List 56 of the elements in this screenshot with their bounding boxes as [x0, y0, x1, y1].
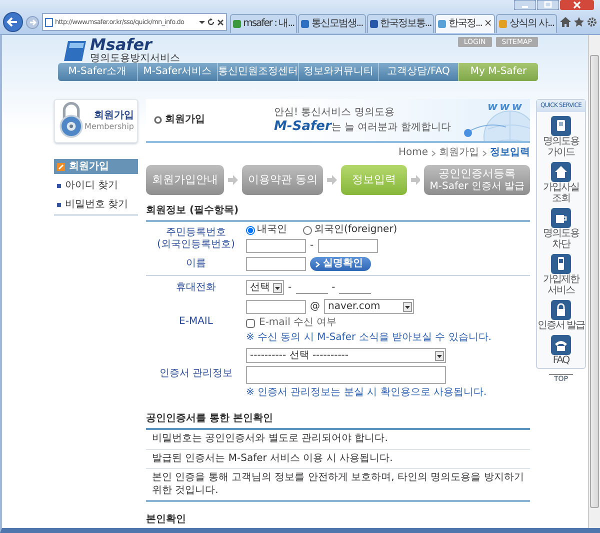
separator-text: -: [332, 282, 336, 294]
quick-link[interactable]: 명의도용 가이드: [537, 136, 585, 158]
banner-text: 안심! 통신서비스 명의도용: [274, 106, 396, 118]
step-caption: M-Safer 인증서 발급: [430, 180, 525, 192]
page-title: 회원가입: [165, 114, 205, 126]
section-title: 회원정보 (필수항목): [146, 205, 530, 222]
breadcrumb-link[interactable]: 정보입력: [490, 147, 530, 159]
quick-link[interactable]: 인증서 발급: [537, 320, 585, 331]
quick-link[interactable]: 가입제한 서비스: [537, 274, 585, 296]
browser-tab[interactable]: 한국정보통...: [366, 14, 434, 33]
breadcrumb-link[interactable]: Home: [398, 147, 428, 159]
logo-text: Msafer: [90, 37, 153, 53]
breadcrumb-link[interactable]: 회원가입: [439, 147, 479, 159]
step-label: 이용약관 동의: [248, 174, 318, 186]
banner-text: 는 늘 여러분과 함께합니다: [331, 122, 451, 132]
banner-deco-text: www: [488, 101, 524, 112]
at-sign: @: [310, 300, 320, 312]
close-button[interactable]: ×: [484, 18, 492, 30]
radio-label: 내국인: [257, 224, 287, 236]
browser-tab[interactable]: 한국정... ×: [435, 14, 496, 33]
info-text: 본인 인증을 통해 고객님의 정보를 안전하게 보호하며, 타인의 명의도용을 방지하기 위한 것입니다.: [146, 469, 530, 502]
browser-tab[interactable]: 상식의 사...: [496, 14, 557, 33]
quick-link[interactable]: FAQ: [552, 355, 570, 366]
section-title: 본인확인: [146, 514, 530, 528]
browser-tab[interactable]: msafer : 내...: [230, 14, 298, 33]
step-label: 공인인증서등록: [438, 168, 516, 181]
carrier-select[interactable]: 선택: [246, 280, 284, 295]
field-label: 이름: [186, 258, 206, 270]
field-label: 인증서 관리정보: [159, 368, 233, 380]
separator-text: -: [310, 240, 314, 252]
side-menu-item[interactable]: 아이디 찾기: [54, 178, 138, 193]
step-label: 회원가입안내: [152, 174, 218, 186]
cert-select[interactable]: ---------- 선택 ----------: [246, 348, 446, 363]
info-text: 비밀번호는 공인인증서와 별도로 관리되어야 합니다.: [146, 430, 530, 450]
domain-select[interactable]: naver.com: [324, 299, 414, 314]
side-menu-item[interactable]: 비밀번호 찾기: [54, 197, 138, 212]
checkbox-label: E-mail 수신 여부: [259, 317, 337, 329]
browser-tab[interactable]: 통신모범생...: [298, 14, 366, 33]
panel-title: 회원가입: [93, 110, 134, 122]
radio-label: 외국인(foreigner): [314, 224, 398, 236]
separator-text: -: [288, 282, 292, 294]
step-label: 정보입력: [352, 174, 396, 186]
quick-link[interactable]: 가입사실 조회: [537, 182, 585, 204]
verify-button[interactable]: 실명확인: [310, 257, 371, 271]
panel-subtitle: Membership: [84, 122, 134, 132]
field-label: E-MAIL: [179, 316, 213, 328]
section-title: 공인인증서를 통한 본인확인: [146, 413, 530, 430]
banner-brand: M-Safer: [274, 118, 332, 134]
field-label: (외국인등록번호): [157, 238, 235, 250]
quick-link[interactable]: 명의도용 차단: [537, 228, 585, 250]
field-label: 휴대전화: [176, 282, 216, 294]
field-label: 주민등록번호: [166, 226, 226, 238]
info-text: 발급된 인증서는 M-Safer 서비스 이용 시 사용됩니다.: [146, 450, 530, 469]
hint-text: ※ 인증서 관리정보는 분실 시 확인용으로 사용됩니다.: [246, 387, 487, 399]
hint-text: ※ 수신 동의 시 M-Safer 소식을 받아보실 수 있습니다.: [246, 332, 492, 344]
logo-subtitle: 명의도용방지서비스: [90, 53, 180, 64]
